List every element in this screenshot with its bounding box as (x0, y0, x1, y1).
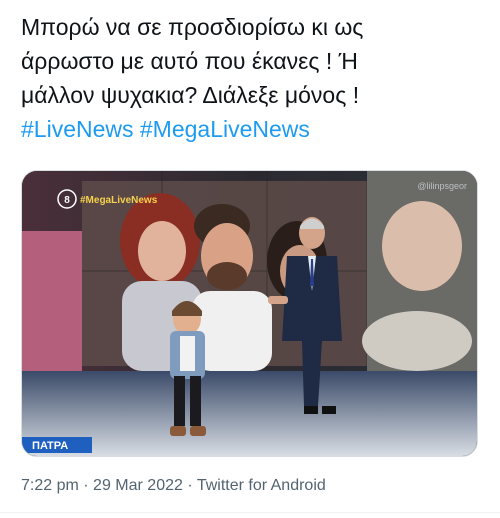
tweet-line-3: μάλλον ψυχακια? Διάλεξε μόνος ! (21, 82, 360, 108)
divider (0, 512, 500, 513)
tweet-time[interactable]: 7:22 pm (21, 477, 79, 494)
tweet-source[interactable]: Twitter for Android (197, 477, 326, 494)
channel-hashtag-logo: #MegaLiveNews (80, 195, 158, 206)
tweet-text: Μπορώ να σε προσδιορίσω κι ως άρρωστο με… (21, 10, 491, 146)
tweet-date[interactable]: 29 Mar 2022 (93, 477, 183, 494)
tweet-meta: 7:22 pm · 29 Mar 2022 · Twitter for Andr… (21, 477, 326, 495)
news-broadcast-scene: 8 #MegaLiveNews @lilinpsgeor ΠΑΤΡΑ (22, 171, 477, 456)
meta-separator-1: · (83, 477, 89, 494)
image-watermark: @lilinpsgeor (417, 181, 467, 191)
tweet-line-1: Μπορώ να σε προσδιορίσω κι ως (21, 14, 364, 40)
hashtag-megalivenews[interactable]: #MegaLiveNews (140, 116, 310, 142)
tweet-media-image[interactable]: 8 #MegaLiveNews @lilinpsgeor ΠΑΤΡΑ (21, 170, 478, 457)
channel-number: 8 (64, 195, 70, 206)
hashtag-livenews[interactable]: #LiveNews (21, 116, 134, 142)
meta-separator-2: · (187, 477, 193, 494)
location-label: ΠΑΤΡΑ (32, 440, 68, 452)
tweet-line-2: άρρωστο με αυτό που έκανες ! Ή (21, 48, 358, 74)
